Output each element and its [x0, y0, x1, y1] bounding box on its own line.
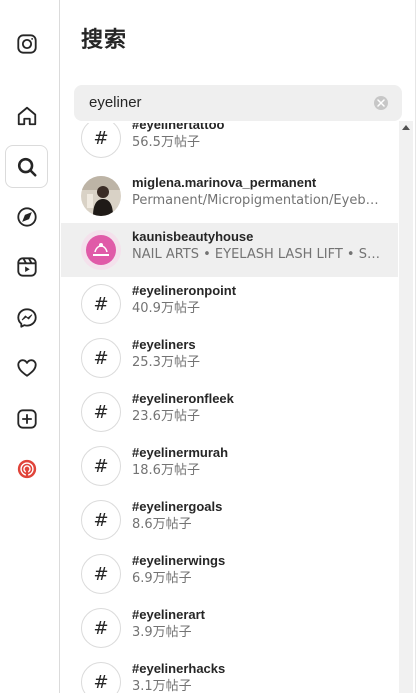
hashtag-icon: #: [81, 554, 121, 594]
heart-icon[interactable]: [5, 346, 48, 389]
panel-edge-divider: [415, 0, 420, 693]
result-secondary: 25.3万帖子: [132, 355, 200, 370]
result-secondary: 56.5万帖子: [132, 135, 200, 150]
panel-title: 搜索: [81, 28, 128, 53]
sidebar: [0, 0, 60, 693]
hashtag-icon: #: [81, 608, 121, 648]
explore-compass-icon[interactable]: [5, 195, 48, 238]
result-row-account[interactable]: miglena.marinova_permanent Permanent/Mic…: [61, 169, 398, 223]
create-plus-icon[interactable]: [5, 397, 48, 440]
result-primary: #eyelinerhacks: [132, 661, 226, 676]
result-row-hashtag[interactable]: # #eyelinertattoo 56.5万帖子: [61, 123, 398, 165]
result-row-hashtag[interactable]: # #eyelinerwings 6.9万帖子: [61, 547, 398, 601]
result-primary: #eyelineronpoint: [132, 283, 237, 298]
result-primary: #eyelinertattoo: [132, 123, 225, 132]
result-secondary: 3.9万帖子: [132, 625, 192, 640]
result-primary: kaunisbeautyhouse: [132, 229, 254, 244]
clear-search-icon[interactable]: [374, 96, 388, 110]
hashtag-icon: #: [81, 123, 121, 158]
result-secondary: 6.9万帖子: [132, 571, 192, 586]
result-row-hashtag[interactable]: # #eyelinerart 3.9万帖子: [61, 601, 398, 655]
avatar: [81, 176, 121, 216]
search-input[interactable]: eyeliner: [89, 85, 142, 121]
hashtag-icon: #: [81, 284, 121, 324]
reels-icon[interactable]: [5, 245, 48, 288]
result-secondary: NAIL ARTS • EYELASH LASH LIFT • SUL...: [132, 247, 382, 262]
results-scrollbar[interactable]: [399, 121, 413, 693]
search-field[interactable]: eyeliner: [74, 85, 402, 121]
result-primary: #eyelineronfleek: [132, 391, 234, 406]
result-row-hashtag[interactable]: # #eyelineronpoint 40.9万帖子: [61, 277, 398, 331]
result-row-hashtag[interactable]: # #eyelinermurah 18.6万帖子: [61, 439, 398, 493]
result-primary: #eyelinergoals: [132, 499, 223, 514]
result-secondary: 8.6万帖子: [132, 517, 192, 532]
threads-icon[interactable]: [5, 447, 48, 490]
avatar: [81, 230, 121, 270]
result-row-hashtag[interactable]: # #eyelinerhacks 3.1万帖子: [61, 655, 398, 693]
hashtag-icon: #: [81, 446, 121, 486]
search-panel: 搜索 eyeliner # #eyelinertattoo 56.5万帖子 mi…: [61, 0, 415, 693]
search-results-list: # #eyelinertattoo 56.5万帖子 miglena.marino…: [61, 123, 398, 693]
result-row-hashtag[interactable]: # #eyelineronfleek 23.6万帖子: [61, 385, 398, 439]
result-secondary: 18.6万帖子: [132, 463, 200, 478]
search-icon[interactable]: [5, 145, 48, 188]
result-secondary: 40.9万帖子: [132, 301, 200, 316]
home-icon[interactable]: [5, 94, 48, 137]
result-primary: #eyelinerart: [132, 607, 205, 622]
result-primary: miglena.marinova_permanent: [132, 175, 317, 190]
result-secondary: 23.6万帖子: [132, 409, 200, 424]
result-row-hashtag[interactable]: # #eyelinergoals 8.6万帖子: [61, 493, 398, 547]
hashtag-icon: #: [81, 662, 121, 693]
result-secondary: 3.1万帖子: [132, 679, 192, 693]
scroll-up-arrow-icon[interactable]: [402, 125, 410, 130]
result-row-account[interactable]: kaunisbeautyhouse NAIL ARTS • EYELASH LA…: [61, 223, 398, 277]
hashtag-icon: #: [81, 500, 121, 540]
hashtag-icon: #: [81, 338, 121, 378]
result-row-hashtag[interactable]: # #eyeliners 25.3万帖子: [61, 331, 398, 385]
messenger-icon[interactable]: [5, 296, 48, 339]
result-primary: #eyelinermurah: [132, 445, 229, 460]
result-primary: #eyeliners: [132, 337, 196, 352]
result-primary: #eyelinerwings: [132, 553, 226, 568]
result-secondary: Permanent/Micropigmentation/Eyebro...: [132, 193, 382, 208]
hashtag-icon: #: [81, 392, 121, 432]
instagram-logo-icon[interactable]: [5, 22, 48, 65]
